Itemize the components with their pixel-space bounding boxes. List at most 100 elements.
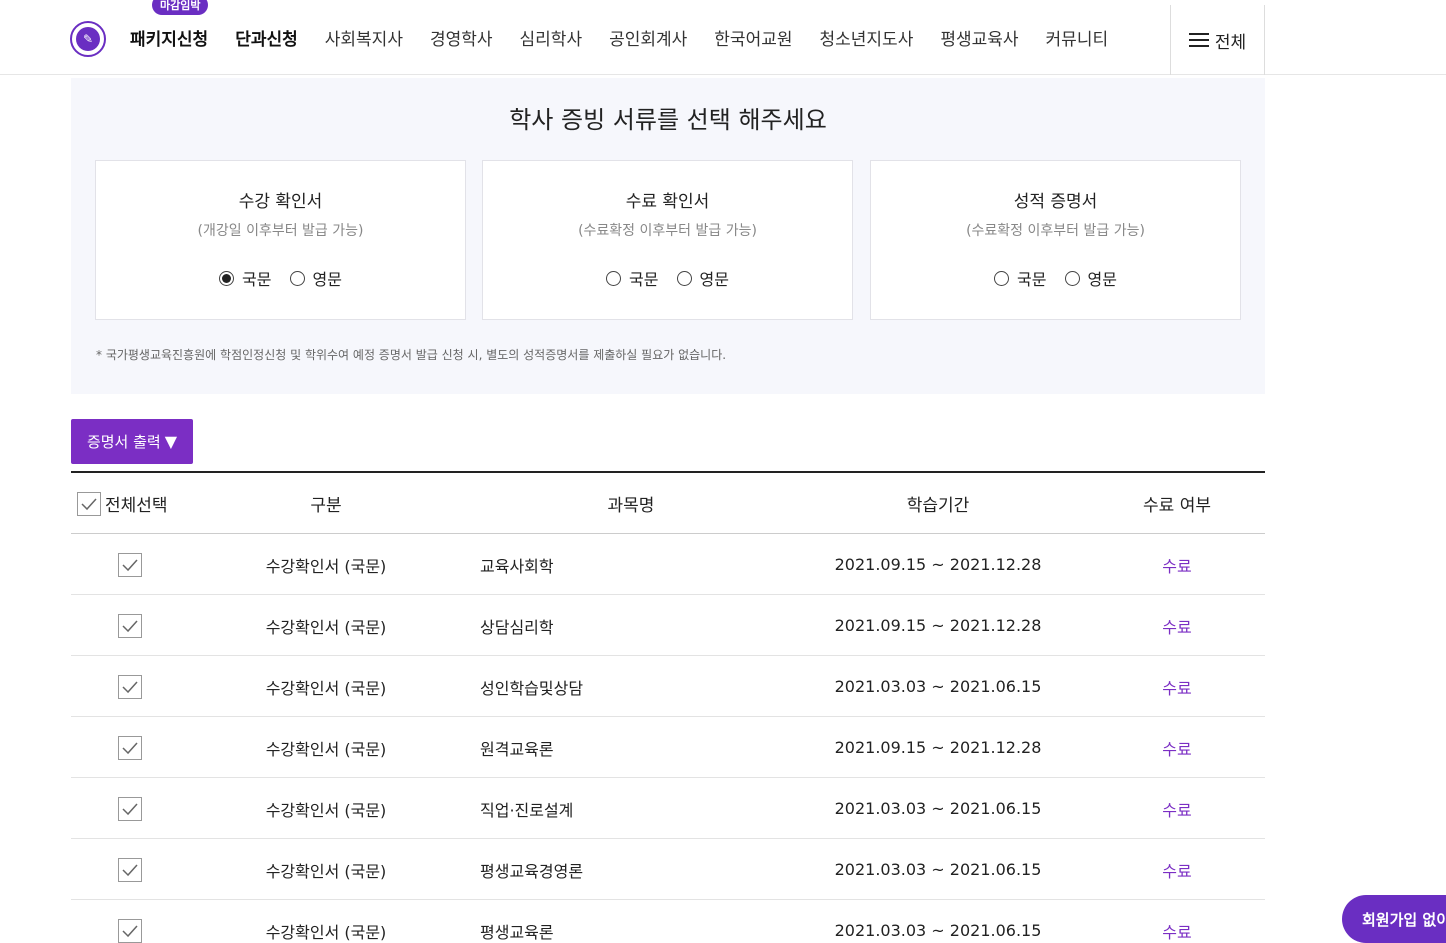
radio-unchecked-icon bbox=[606, 270, 622, 286]
triangle-down-icon: ▼ bbox=[164, 432, 178, 451]
row-status: 수료 bbox=[1162, 739, 1192, 759]
col-header-subject: 과목명 bbox=[607, 496, 655, 516]
row-status: 수료 bbox=[1162, 617, 1192, 637]
row-type: 수강확인서 (국문) bbox=[265, 800, 387, 820]
col-header-period: 학습기간 bbox=[906, 496, 970, 516]
row-checkbox[interactable] bbox=[118, 796, 142, 821]
row-type: 수강확인서 (국문) bbox=[265, 739, 387, 759]
table-row: 수강확인서 (국문) 평생교육경영론 2021.03.03 ~ 2021.06.15… bbox=[71, 839, 1265, 900]
row-checkbox-cell bbox=[117, 778, 143, 839]
table-row: 수강확인서 (국문) 원격교육론 2021.09.15 ~ 2021.12.28 수료 bbox=[71, 717, 1265, 778]
checkmark-icon bbox=[122, 680, 138, 693]
row-checkbox-cell bbox=[117, 839, 143, 900]
site-logo[interactable]: ✎ bbox=[70, 21, 106, 57]
row-subject: 원격교육론 bbox=[480, 739, 554, 759]
row-checkbox-cell bbox=[117, 717, 143, 778]
nav-item-package[interactable]: 마감임박 패키지신청 bbox=[130, 0, 209, 50]
row-period: 2021.03.03 ~ 2021.06.15 bbox=[834, 677, 1042, 696]
card-title: 수료 확인서 bbox=[625, 192, 710, 212]
table-row: 수강확인서 (국문) 직업·진로설계 2021.03.03 ~ 2021.06.15… bbox=[71, 778, 1265, 839]
top-header: ✎ 마감임박 패키지신청 단과신청 사회복지사 경영학사 심리학사 공인회계사 … bbox=[0, 0, 1446, 75]
checkmark-icon bbox=[122, 802, 138, 815]
row-subject: 평생교육론 bbox=[480, 922, 554, 942]
col-header-type: 구분 bbox=[310, 496, 342, 516]
hamburger-icon bbox=[1188, 33, 1209, 47]
radio-korean[interactable]: 국문 bbox=[606, 266, 659, 290]
radio-label: 국문 bbox=[242, 270, 272, 289]
row-period: 2021.09.15 ~ 2021.12.28 bbox=[834, 616, 1042, 635]
nav-item-business[interactable]: 경영학사 bbox=[430, 25, 493, 50]
panel-title: 학사 증빙 서류를 선택 해주세요 bbox=[509, 106, 827, 134]
print-certificate-button[interactable]: 증명서 출력 ▼ bbox=[71, 419, 193, 464]
university-seal-icon: ✎ bbox=[76, 27, 100, 51]
main-nav: 마감임박 패키지신청 단과신청 사회복지사 경영학사 심리학사 공인회계사 한국… bbox=[130, 0, 1135, 75]
document-select-panel: 학사 증빙 서류를 선택 해주세요 수강 확인서 (개강일 이후부터 발급 가능… bbox=[71, 78, 1265, 394]
select-all-label: 전체선택 bbox=[105, 496, 168, 516]
row-status: 수료 bbox=[1162, 556, 1192, 576]
table-body: 수강확인서 (국문) 교육사회학 2021.09.15 ~ 2021.12.28 수료… bbox=[71, 534, 1265, 943]
nav-item-psychology[interactable]: 심리학사 bbox=[520, 25, 583, 50]
radio-checked-icon bbox=[219, 270, 235, 286]
row-subject: 상담심리학 bbox=[480, 617, 554, 637]
row-status: 수료 bbox=[1162, 678, 1192, 698]
radio-unchecked-icon bbox=[289, 270, 305, 286]
row-checkbox[interactable] bbox=[118, 735, 142, 760]
checkmark-icon bbox=[122, 863, 138, 876]
row-subject: 평생교육경영론 bbox=[480, 861, 584, 881]
card-completion-certificate: 수료 확인서 (수료확정 이후부터 발급 가능) 국문 영문 bbox=[482, 160, 853, 320]
radio-korean[interactable]: 국문 bbox=[994, 266, 1047, 290]
radio-english[interactable]: 영문 bbox=[289, 266, 342, 290]
all-menu-button[interactable]: 전체 bbox=[1170, 5, 1265, 75]
panel-note: * 국가평생교육진흥원에 학점인정신청 및 학위수여 예정 증명서 발급 신청 … bbox=[96, 348, 727, 362]
nav-item-korean-teacher[interactable]: 한국어교원 bbox=[714, 25, 792, 50]
table-row: 수강확인서 (국문) 성인학습및상담 2021.03.03 ~ 2021.06.15… bbox=[71, 656, 1265, 717]
row-period: 2021.03.03 ~ 2021.06.15 bbox=[834, 860, 1042, 879]
row-period: 2021.03.03 ~ 2021.06.15 bbox=[834, 799, 1042, 818]
nav-item-single-course[interactable]: 단과신청 bbox=[235, 25, 298, 50]
print-button-label: 증명서 출력 bbox=[86, 433, 161, 451]
card-enrollment-certificate: 수강 확인서 (개강일 이후부터 발급 가능) 국문 영문 bbox=[95, 160, 466, 320]
radio-label: 영문 bbox=[1087, 270, 1117, 289]
row-period: 2021.09.15 ~ 2021.12.28 bbox=[834, 555, 1042, 574]
nav-item-lifelong-educator[interactable]: 평생교육사 bbox=[940, 25, 1018, 50]
signup-float-button[interactable]: 회원가입 없이 bbox=[1342, 895, 1446, 943]
nav-item-youth-instructor[interactable]: 청소년지도사 bbox=[820, 25, 914, 50]
row-period: 2021.03.03 ~ 2021.06.15 bbox=[834, 921, 1042, 940]
card-subtitle: (수료확정 이후부터 발급 가능) bbox=[578, 223, 757, 239]
row-checkbox[interactable] bbox=[118, 857, 142, 882]
row-checkbox[interactable] bbox=[118, 613, 142, 638]
radio-korean[interactable]: 국문 bbox=[219, 266, 272, 290]
card-transcript: 성적 증명서 (수료확정 이후부터 발급 가능) 국문 영문 bbox=[870, 160, 1241, 320]
select-all-checkbox[interactable] bbox=[77, 491, 101, 516]
row-checkbox[interactable] bbox=[118, 674, 142, 699]
table-row: 수강확인서 (국문) 교육사회학 2021.09.15 ~ 2021.12.28 수료 bbox=[71, 534, 1265, 595]
checkmark-icon bbox=[122, 924, 138, 937]
card-title: 수강 확인서 bbox=[238, 192, 323, 212]
row-type: 수강확인서 (국문) bbox=[265, 678, 387, 698]
row-type: 수강확인서 (국문) bbox=[265, 861, 387, 881]
certificate-table: 전체선택 구분 과목명 학습기간 수료 여부 수강확인서 (국문) 교육사회학 20… bbox=[71, 471, 1265, 943]
row-checkbox[interactable] bbox=[118, 918, 142, 943]
nav-item-community[interactable]: 커뮤니티 bbox=[1046, 25, 1109, 50]
table-header: 전체선택 구분 과목명 학습기간 수료 여부 bbox=[71, 471, 1265, 534]
col-header-status: 수료 여부 bbox=[1143, 496, 1211, 516]
card-subtitle: (수료확정 이후부터 발급 가능) bbox=[966, 223, 1145, 239]
row-checkbox[interactable] bbox=[118, 552, 142, 577]
nav-item-cpa[interactable]: 공인회계사 bbox=[609, 25, 687, 50]
checkmark-icon bbox=[81, 497, 97, 510]
row-type: 수강확인서 (국문) bbox=[265, 617, 387, 637]
row-checkbox-cell bbox=[117, 534, 143, 595]
row-status: 수료 bbox=[1162, 861, 1192, 881]
row-type: 수강확인서 (국문) bbox=[265, 556, 387, 576]
radio-english[interactable]: 영문 bbox=[676, 266, 729, 290]
select-all[interactable]: 전체선택 bbox=[77, 473, 168, 534]
radio-label: 국문 bbox=[1017, 270, 1047, 289]
table-row: 수강확인서 (국문) 상담심리학 2021.09.15 ~ 2021.12.28 수료 bbox=[71, 595, 1265, 656]
card-title: 성적 증명서 bbox=[1013, 192, 1098, 212]
row-subject: 교육사회학 bbox=[480, 556, 554, 576]
nav-item-social-welfare[interactable]: 사회복지사 bbox=[325, 25, 403, 50]
radio-unchecked-icon bbox=[676, 270, 692, 286]
row-subject: 직업·진로설계 bbox=[480, 800, 574, 820]
radio-english[interactable]: 영문 bbox=[1064, 266, 1117, 290]
table-row: 수강확인서 (국문) 평생교육론 2021.03.03 ~ 2021.06.15 수료 bbox=[71, 900, 1265, 943]
